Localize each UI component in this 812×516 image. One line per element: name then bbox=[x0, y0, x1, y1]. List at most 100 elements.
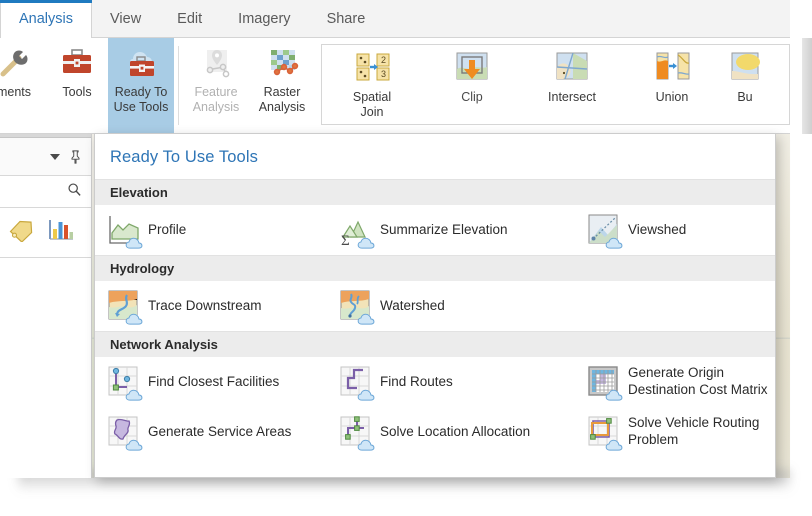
gallery-item-union-label: Union bbox=[655, 90, 689, 104]
tool-item-solve-vehicle-routing-problem[interactable]: Solve Vehicle Routing Problem bbox=[587, 415, 759, 452]
gallery-item-spatial-join-label: Spatial Join bbox=[352, 90, 392, 119]
ribbon-button-raster-analysis-label: Raster Analysis bbox=[258, 85, 306, 115]
section-header-hydrology: Hydrology bbox=[95, 255, 775, 281]
profile-icon bbox=[107, 213, 144, 250]
ribbon-scrollbar[interactable] bbox=[802, 38, 812, 134]
feature-analysis-icon bbox=[199, 46, 233, 80]
tool-item-find-routes[interactable]: Find Routes bbox=[339, 365, 587, 401]
tool-item-trace-downstream-label: Trace Downstream bbox=[148, 297, 262, 313]
application-window: Analysis View Edit Imagery Share ments T… bbox=[0, 0, 812, 516]
spatial-join-icon: 2 3 bbox=[355, 51, 390, 85]
tab-imagery[interactable]: Imagery bbox=[220, 0, 308, 37]
left-side-panel bbox=[0, 130, 92, 478]
wrench-hammer-icon bbox=[0, 46, 31, 80]
viewshed-icon bbox=[587, 213, 624, 250]
ready-to-use-tools-panel: Ready To Use Tools Elevation Profile Σ S… bbox=[94, 133, 776, 478]
panel-title: Ready To Use Tools bbox=[110, 148, 258, 166]
cloud-badge-icon bbox=[357, 237, 376, 250]
watershed-icon bbox=[339, 289, 376, 326]
tool-row-network-2: Generate Service Areas Solve Location Al… bbox=[95, 407, 775, 457]
tool-item-viewshed[interactable]: Viewshed bbox=[587, 213, 687, 250]
section-header-network-analysis: Network Analysis bbox=[95, 331, 775, 357]
gallery-item-union[interactable]: Union bbox=[622, 51, 722, 105]
search-input[interactable] bbox=[0, 176, 91, 208]
tool-item-find-routes-label: Find Routes bbox=[380, 373, 453, 389]
toolbox-icon bbox=[60, 46, 94, 80]
tool-item-generate-service-areas[interactable]: Generate Service Areas bbox=[107, 415, 339, 452]
tool-row-hydrology: Trace Downstream Watershed bbox=[95, 281, 775, 331]
cloud-badge-icon bbox=[605, 389, 624, 402]
cloud-badge-icon bbox=[605, 439, 624, 452]
gallery-item-buffer-label: Bu bbox=[737, 90, 753, 104]
ribbon-separator-1 bbox=[178, 46, 179, 125]
tab-view[interactable]: View bbox=[92, 0, 159, 37]
solve-location-allocation-icon bbox=[339, 415, 376, 452]
chevron-down-icon[interactable] bbox=[50, 153, 60, 160]
tool-item-solve-location-allocation-label: Solve Location Allocation bbox=[380, 423, 531, 439]
section-header-elevation: Elevation bbox=[95, 179, 775, 205]
tool-item-generate-origin-destination-cost-matrix[interactable]: Generate Origin Destination Cost Matrix bbox=[587, 365, 768, 402]
gallery-item-spatial-join[interactable]: 2 3 Spatial Join bbox=[322, 51, 422, 120]
tool-item-summarize-elevation[interactable]: Σ Summarize Elevation bbox=[339, 213, 587, 250]
tab-edit[interactable]: Edit bbox=[159, 0, 220, 37]
intersect-icon bbox=[555, 51, 589, 85]
clip-icon bbox=[455, 51, 489, 85]
ribbon-toolbar: ments Tools Ready To Use Tools Feature A… bbox=[0, 38, 790, 134]
gallery-item-clip[interactable]: Clip bbox=[422, 51, 522, 105]
find-closest-facilities-icon bbox=[107, 365, 144, 402]
origin-destination-matrix-icon bbox=[587, 365, 624, 402]
tool-item-summarize-elevation-label: Summarize Elevation bbox=[380, 221, 508, 237]
cloud-badge-icon bbox=[125, 237, 144, 250]
cloud-badge-icon bbox=[125, 439, 144, 452]
gallery-item-intersect-label: Intersect bbox=[548, 90, 596, 104]
ribbon-button-tools[interactable]: Tools bbox=[46, 38, 108, 133]
svg-text:Σ: Σ bbox=[341, 233, 350, 247]
ribbon-button-feature-analysis[interactable]: Feature Analysis bbox=[183, 38, 249, 133]
ribbon-button-tools-label: Tools bbox=[62, 85, 92, 99]
tab-analysis[interactable]: Analysis bbox=[0, 0, 92, 38]
ribbon-button-ready-to-use-tools[interactable]: Ready To Use Tools bbox=[108, 38, 174, 133]
pin-icon[interactable] bbox=[69, 149, 82, 164]
raster-analysis-icon bbox=[265, 46, 299, 80]
svg-text:2: 2 bbox=[381, 55, 386, 65]
tool-item-generate-service-areas-label: Generate Service Areas bbox=[148, 423, 292, 439]
ribbon-button-feature-analysis-label: Feature Analysis bbox=[192, 85, 240, 115]
tool-item-trace-downstream[interactable]: Trace Downstream bbox=[107, 289, 339, 326]
gallery-item-intersect[interactable]: Intersect bbox=[522, 51, 622, 105]
svg-text:3: 3 bbox=[381, 69, 386, 79]
generate-service-areas-icon bbox=[107, 415, 144, 452]
tool-item-watershed-label: Watershed bbox=[380, 297, 445, 313]
tab-edit-label: Edit bbox=[177, 10, 203, 27]
ribbon-tab-bar: Analysis View Edit Imagery Share bbox=[0, 0, 790, 38]
tab-analysis-label: Analysis bbox=[19, 10, 73, 27]
cloud-badge-icon bbox=[357, 439, 376, 452]
tab-share[interactable]: Share bbox=[309, 0, 384, 37]
tab-share-label: Share bbox=[326, 10, 366, 27]
panel-header bbox=[0, 138, 91, 176]
tool-item-viewshed-label: Viewshed bbox=[628, 221, 687, 237]
tab-imagery-label: Imagery bbox=[238, 10, 291, 27]
solve-vehicle-routing-icon bbox=[587, 415, 624, 452]
tab-view-label: View bbox=[110, 10, 142, 27]
ribbon-button-raster-analysis[interactable]: Raster Analysis bbox=[249, 38, 315, 133]
ribbon-button-environments[interactable]: ments bbox=[0, 38, 46, 133]
cloud-badge-icon bbox=[605, 237, 624, 250]
panel-icon-row bbox=[0, 208, 91, 258]
tool-row-elevation: Profile Σ Summarize Elevation Viewshed bbox=[95, 205, 775, 255]
union-icon bbox=[655, 51, 690, 85]
tag-icon[interactable] bbox=[8, 218, 34, 247]
ribbon-button-environments-label: ments bbox=[0, 85, 32, 99]
cloud-badge-icon bbox=[357, 313, 376, 326]
tool-item-profile[interactable]: Profile bbox=[107, 213, 339, 250]
ribbon-button-ready-to-use-tools-label: Ready To Use Tools bbox=[113, 85, 169, 115]
tool-item-solve-location-allocation[interactable]: Solve Location Allocation bbox=[339, 415, 587, 452]
bar-chart-icon[interactable] bbox=[48, 218, 74, 247]
search-icon[interactable] bbox=[67, 182, 82, 202]
tool-item-find-closest-facilities[interactable]: Find Closest Facilities bbox=[107, 365, 339, 402]
cloud-badge-icon bbox=[125, 313, 144, 326]
tool-item-watershed[interactable]: Watershed bbox=[339, 289, 587, 326]
gallery-item-buffer[interactable]: Bu bbox=[722, 51, 768, 105]
ribbon-gallery: 2 3 Spatial Join Clip Intersect Union Bu bbox=[321, 44, 790, 125]
trace-downstream-icon bbox=[107, 289, 144, 326]
cloud-badge-icon bbox=[125, 389, 144, 402]
